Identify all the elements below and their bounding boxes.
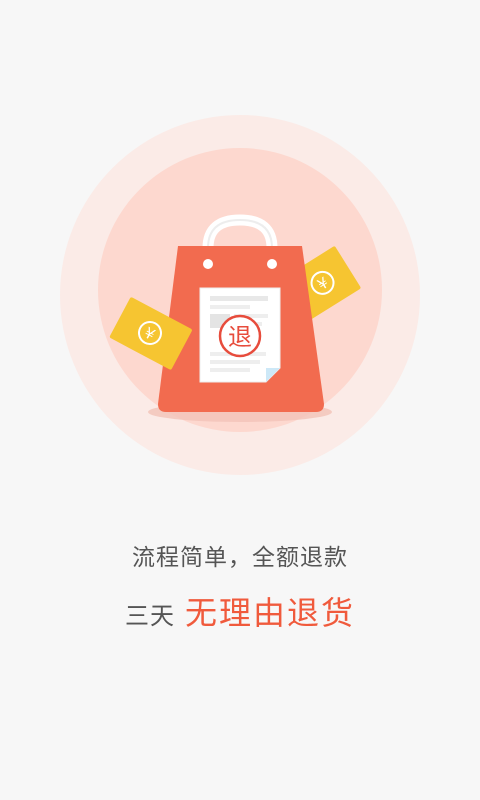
subtitle-text: 流程简单，全额退款 [132, 545, 348, 571]
return-bag-illustration: ¥ ¥ 退 [60, 115, 420, 475]
headline: 三天 无理由退货 [0, 590, 480, 642]
handle-rivet-right [267, 259, 277, 269]
refund-stamp-char: 退 [228, 323, 252, 351]
headline-prefix: 三天 [124, 602, 175, 630]
handle-rivet-left [203, 259, 213, 269]
refund-stamp: 退 [218, 314, 262, 358]
headline-highlight: 无理由退货 [184, 594, 355, 632]
hero-illustration: ¥ ¥ 退 [0, 0, 480, 480]
